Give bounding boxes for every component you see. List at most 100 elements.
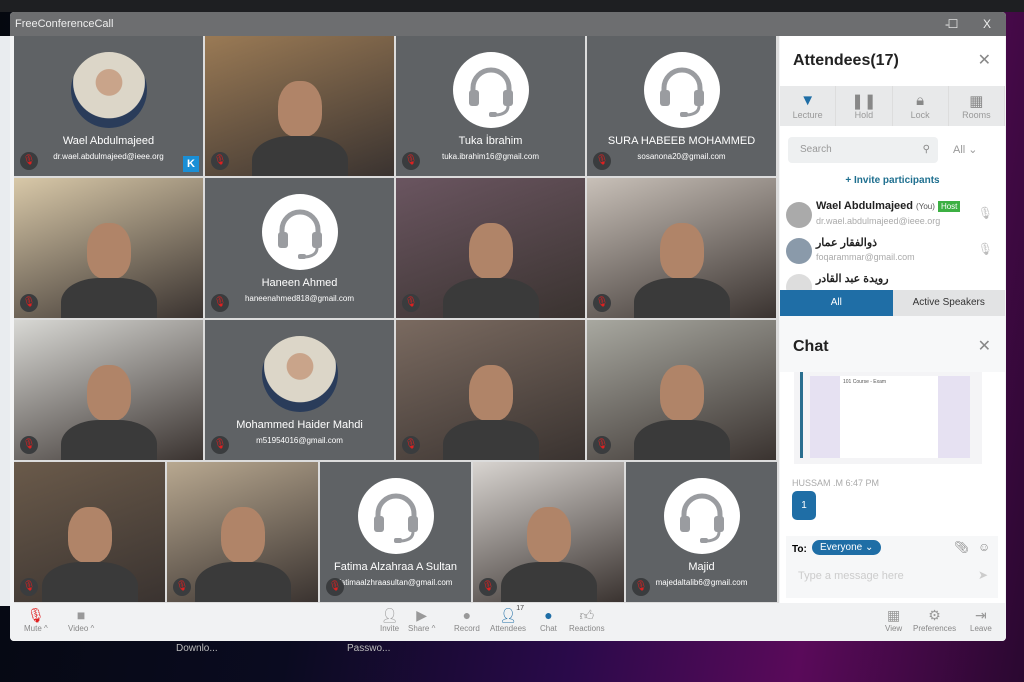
- mute-button[interactable]: 🎙︎ Mute ^: [24, 607, 48, 633]
- participant-video: [468, 365, 513, 421]
- mic-muted-icon: 🎙︎: [20, 152, 38, 170]
- record-button[interactable]: ● Record: [454, 607, 480, 633]
- participant-email: sosanona20@gmail.com: [637, 152, 726, 161]
- video-tile[interactable]: 🎙︎: [587, 320, 776, 460]
- hold-button[interactable]: ❚❚ Hold: [836, 86, 893, 126]
- video-tile[interactable]: 🎙︎: [587, 178, 776, 318]
- meeting-toolbar: 🎙︎ Mute ^ ■ Video ^ 👤︎ Invite ▶ Share ^ ● Rec…: [10, 603, 1006, 641]
- participant-tile[interactable]: Wael Abdulmajeed dr.wael.abdulmajeed@ieee…: [14, 36, 203, 176]
- avatar: [786, 238, 812, 264]
- tab-active-speakers[interactable]: Active Speakers: [892, 290, 1005, 316]
- mic-muted-icon: 🎙︎: [20, 578, 38, 596]
- video-tile[interactable]: 🎙︎: [14, 178, 203, 318]
- participant-tile[interactable]: Tuka İbrahim tuka.ibrahim16@gmail.com 🎙︎: [396, 36, 585, 176]
- headset-icon: [452, 52, 529, 128]
- window-title: FreeConferenceCall: [15, 18, 114, 30]
- chat-composer: To: Everyone ⌄ 📎︎ ☺ Type a message here …: [786, 536, 998, 598]
- participant-name: Wael Abdulmajeed: [62, 135, 155, 147]
- leave-button[interactable]: ⇥ Leave: [970, 607, 992, 633]
- mic-icon[interactable]: 🎙︎: [978, 206, 993, 220]
- participant-tile[interactable]: Haneen Ahmed haneenahmed818@gmail.com 🎙︎: [205, 178, 394, 318]
- participant-video: [220, 507, 265, 563]
- participant-email: dr.wael.abdulmajeed@ieee.org: [53, 152, 164, 161]
- close-chat-icon[interactable]: ✕: [978, 336, 991, 356]
- chat-title: Chat: [793, 338, 829, 355]
- video-tile[interactable]: 🎙︎: [396, 178, 585, 318]
- participant-name: Haneen Ahmed: [261, 277, 338, 289]
- mic-muted-icon: 🎙︎: [173, 578, 191, 596]
- share-button[interactable]: ▶ Share ^: [408, 607, 435, 633]
- chat-message: 1: [792, 491, 816, 520]
- os-taskbar: [0, 0, 1024, 12]
- recipient-dropdown[interactable]: Everyone ⌄: [812, 540, 882, 555]
- video-tile[interactable]: 🎙︎: [14, 462, 165, 602]
- attendee-item[interactable]: Wael Abdulmajeed (You) Host dr.wael.abdu…: [786, 200, 1001, 236]
- participant-tile[interactable]: SURA HABEEB MOHAMMED sosanona20@gmail.com…: [587, 36, 776, 176]
- headset-icon: [663, 478, 740, 554]
- lock-button[interactable]: 🔒︎ Lock: [893, 86, 949, 126]
- filter-dropdown[interactable]: All ⌄: [953, 143, 978, 156]
- send-icon[interactable]: ➤: [978, 568, 988, 582]
- desktop-item-download[interactable]: Downlo...: [176, 643, 218, 654]
- share-icon: ▶: [416, 607, 428, 623]
- attendee-item[interactable]: ذوالفقار عمار foqarammar@gmail.com 🎙︎: [786, 236, 1001, 272]
- chat-button[interactable]: ● Chat: [540, 607, 557, 633]
- mic-muted-icon: 🎙︎: [20, 436, 38, 454]
- rooms-button[interactable]: ▦ Rooms: [949, 86, 1005, 126]
- desktop-item-password[interactable]: Passwo...: [347, 643, 390, 654]
- view-button[interactable]: ▦ View: [885, 607, 902, 633]
- video-grid: Wael Abdulmajeed dr.wael.abdulmajeed@ieee…: [14, 36, 779, 603]
- mic-icon[interactable]: 🎙︎: [978, 242, 993, 256]
- mic-muted-icon: 🎙︎: [593, 294, 611, 312]
- video-button[interactable]: ■ Video ^: [68, 607, 94, 633]
- chat-header: Chat ✕: [780, 316, 1005, 372]
- close-attendees-icon[interactable]: ✕: [978, 50, 991, 70]
- mic-muted-icon: 🎙︎: [211, 152, 229, 170]
- mic-muted-icon: 🎙︎: [20, 294, 38, 312]
- mic-muted-icon: 🎙︎: [402, 436, 420, 454]
- video-tile[interactable]: 🎙︎: [205, 36, 394, 176]
- mic-muted-icon: 🎙︎: [326, 578, 344, 596]
- attach-icon[interactable]: 📎︎: [954, 540, 969, 554]
- mic-muted-icon: 🎙︎: [26, 607, 45, 623]
- preferences-button[interactable]: ⚙ Preferences: [913, 607, 956, 633]
- participant-tile[interactable]: Majid majedaltalib6@gmail.com 🎙︎: [626, 462, 777, 602]
- attendee-tools: ▼ Lecture ❚❚ Hold 🔒︎ Lock ▦ Rooms: [780, 86, 1005, 126]
- avatar: [261, 336, 338, 412]
- mic-muted-icon: 🎙︎: [593, 436, 611, 454]
- participant-video: [67, 507, 112, 563]
- message-input[interactable]: Type a message here: [798, 570, 904, 582]
- sidebar: Attendees(17) ✕ ▼ Lecture ❚❚ Hold 🔒︎ Lock ▦…: [780, 36, 1005, 603]
- video-tile[interactable]: 🎙︎: [14, 320, 203, 460]
- participant-video: [277, 81, 322, 137]
- video-tile[interactable]: 🎙︎: [473, 462, 624, 602]
- invite-button[interactable]: 👤︎ Invite: [380, 607, 399, 633]
- chat-icon: ●: [544, 607, 553, 623]
- reactions-button[interactable]: 👍︎ Reactions: [569, 607, 605, 633]
- app-window: FreeConferenceCall - ☐ X Wael Abdulmajee…: [10, 12, 1006, 641]
- close-button[interactable]: X: [972, 12, 1002, 36]
- emoji-icon[interactable]: ☺: [978, 540, 990, 554]
- participant-video: [86, 223, 131, 279]
- attendees-button[interactable]: 👤︎ 17 Attendees: [490, 605, 526, 633]
- search-input[interactable]: Search ⚲: [788, 137, 938, 163]
- participant-tile[interactable]: Fatima Alzahraa A Sultan fatimaalzhraasul…: [320, 462, 471, 602]
- tab-all[interactable]: All: [780, 290, 893, 316]
- chat-image-attachment[interactable]: 101 Course - Exam: [794, 372, 982, 464]
- mic-muted-icon: 🎙︎: [211, 436, 229, 454]
- podium-icon: ▼: [800, 92, 816, 109]
- video-tile[interactable]: 🎙︎: [167, 462, 318, 602]
- invite-participants-link[interactable]: + Invite participants: [780, 175, 1005, 186]
- headset-icon: [357, 478, 434, 554]
- participant-email: m51954016@gmail.com: [256, 436, 343, 445]
- attendee-item[interactable]: رويدة عبد القادر: [786, 272, 1001, 290]
- participant-video: [659, 223, 704, 279]
- maximize-button[interactable]: ☐: [938, 12, 968, 36]
- avatar: [786, 202, 812, 228]
- participant-email: haneenahmed818@gmail.com: [244, 294, 355, 303]
- video-tile[interactable]: 🎙︎: [396, 320, 585, 460]
- participant-name: Tuka İbrahim: [458, 135, 523, 147]
- participant-tile[interactable]: Mohammed Haider Mahdi m51954016@gmail.com…: [205, 320, 394, 460]
- mic-muted-icon: 🎙︎: [479, 578, 497, 596]
- lecture-button[interactable]: ▼ Lecture: [780, 86, 837, 126]
